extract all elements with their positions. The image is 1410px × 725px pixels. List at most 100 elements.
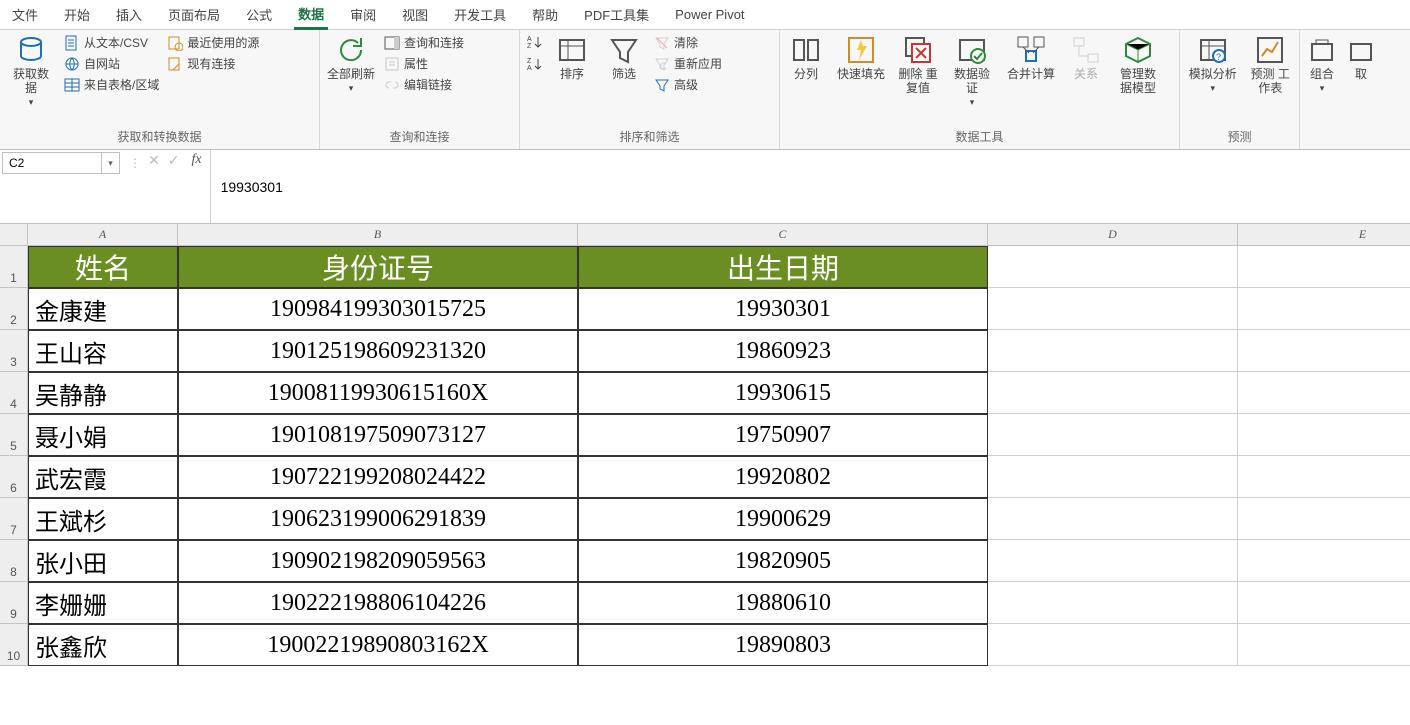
advanced-filter-button[interactable]: 高级 (654, 76, 722, 93)
cell[interactable] (988, 456, 1238, 498)
row-header-1[interactable]: 1 (0, 246, 28, 288)
cell[interactable] (1238, 288, 1410, 330)
row-header-4[interactable]: 4 (0, 372, 28, 414)
cell[interactable] (1238, 414, 1410, 456)
name-box[interactable] (2, 152, 102, 174)
cell[interactable]: 190222198806104226 (178, 582, 578, 624)
refresh-all-button[interactable]: 全部刷新▾ (326, 34, 376, 93)
column-header-E[interactable]: E (1238, 224, 1410, 246)
row-header-9[interactable]: 9 (0, 582, 28, 624)
tab-developer[interactable]: 开发工具 (450, 1, 510, 28)
cell[interactable]: 张鑫欣 (28, 624, 178, 666)
header-cell-name[interactable]: 姓名 (28, 246, 178, 288)
cell[interactable]: 金康建 (28, 288, 178, 330)
tab-pdf-tools[interactable]: PDF工具集 (580, 1, 653, 28)
cell[interactable]: 19900629 (578, 498, 988, 540)
group-button[interactable]: 组合▾ (1306, 34, 1338, 93)
cell[interactable] (1238, 582, 1410, 624)
cell[interactable]: 19890803 (578, 624, 988, 666)
cell[interactable] (988, 288, 1238, 330)
tab-review[interactable]: 审阅 (346, 1, 380, 28)
cell[interactable] (1238, 246, 1410, 288)
row-header-2[interactable]: 2 (0, 288, 28, 330)
cell[interactable]: 190902198209059563 (178, 540, 578, 582)
cell[interactable] (1238, 456, 1410, 498)
cell[interactable]: 武宏霞 (28, 456, 178, 498)
cell[interactable] (988, 498, 1238, 540)
tab-home[interactable]: 开始 (60, 1, 94, 28)
recent-sources-button[interactable]: 最近使用的源 (167, 34, 259, 51)
from-table-range-button[interactable]: 来自表格/区域 (64, 76, 159, 93)
consolidate-button[interactable]: 合并计算 (1004, 34, 1058, 82)
cancel-formula-icon[interactable]: ✕ (148, 152, 160, 169)
row-header-8[interactable]: 8 (0, 540, 28, 582)
select-all-corner[interactable] (0, 224, 28, 246)
from-web-button[interactable]: 自网站 (64, 55, 159, 72)
fx-icon[interactable]: fx (179, 150, 209, 223)
get-data-button[interactable]: 获取数 据▾ (6, 34, 56, 107)
data-model-button[interactable]: 管理数 据模型 (1114, 34, 1162, 96)
whatif-button[interactable]: ? 模拟分析▾ (1186, 34, 1239, 93)
tab-help[interactable]: 帮助 (528, 1, 562, 28)
cell[interactable]: 张小田 (28, 540, 178, 582)
cell[interactable]: 吴静静 (28, 372, 178, 414)
row-header-3[interactable]: 3 (0, 330, 28, 372)
header-cell-dob[interactable]: 出生日期 (578, 246, 988, 288)
cell[interactable] (988, 246, 1238, 288)
cell[interactable]: 190108197509073127 (178, 414, 578, 456)
text-to-columns-button[interactable]: 分列 (786, 34, 826, 82)
flash-fill-button[interactable]: 快速填充 (834, 34, 888, 82)
tab-data[interactable]: 数据 (294, 0, 328, 30)
cell[interactable]: 190623199006291839 (178, 498, 578, 540)
tab-insert[interactable]: 插入 (112, 1, 146, 28)
row-header-10[interactable]: 10 (0, 624, 28, 666)
cell[interactable] (988, 540, 1238, 582)
row-header-6[interactable]: 6 (0, 456, 28, 498)
tab-file[interactable]: 文件 (8, 1, 42, 28)
sort-asc-button[interactable]: AZ (526, 34, 542, 50)
enter-formula-icon[interactable]: ✓ (168, 152, 180, 169)
column-header-A[interactable]: A (28, 224, 178, 246)
row-header-7[interactable]: 7 (0, 498, 28, 540)
row-header-5[interactable]: 5 (0, 414, 28, 456)
cell[interactable]: 王斌杉 (28, 498, 178, 540)
cell[interactable]: 19002219890803162X (178, 624, 578, 666)
remove-duplicates-button[interactable]: 删除 重复值 (896, 34, 940, 96)
cell[interactable] (1238, 624, 1410, 666)
queries-connections-button[interactable]: 查询和连接 (384, 34, 464, 51)
header-cell-id[interactable]: 身份证号 (178, 246, 578, 288)
cell[interactable] (1238, 330, 1410, 372)
cell[interactable]: 19930301 (578, 288, 988, 330)
data-validation-button[interactable]: 数据验 证▾ (948, 34, 996, 107)
cell[interactable] (1238, 372, 1410, 414)
cell[interactable]: 李姗姗 (28, 582, 178, 624)
cell[interactable] (1238, 498, 1410, 540)
column-header-B[interactable]: B (178, 224, 578, 246)
cell[interactable]: 190722199208024422 (178, 456, 578, 498)
cell[interactable]: 19008119930615160X (178, 372, 578, 414)
formula-input[interactable] (210, 150, 1410, 223)
name-box-dropdown[interactable]: ▾ (102, 152, 120, 174)
filter-button[interactable]: 筛选 (602, 34, 646, 82)
ungroup-button[interactable]: 取 (1346, 34, 1376, 82)
cell[interactable]: 聂小娟 (28, 414, 178, 456)
cell[interactable]: 19750907 (578, 414, 988, 456)
cell[interactable] (1238, 540, 1410, 582)
cell[interactable]: 190984199303015725 (178, 288, 578, 330)
cell[interactable] (988, 582, 1238, 624)
cell[interactable] (988, 330, 1238, 372)
cell[interactable]: 19860923 (578, 330, 988, 372)
tab-page-layout[interactable]: 页面布局 (164, 1, 224, 28)
existing-connections-button[interactable]: 现有连接 (167, 55, 259, 72)
cell[interactable] (988, 624, 1238, 666)
tab-formulas[interactable]: 公式 (242, 1, 276, 28)
cell[interactable] (988, 372, 1238, 414)
tab-power-pivot[interactable]: Power Pivot (671, 3, 748, 26)
cell[interactable]: 19880610 (578, 582, 988, 624)
tab-view[interactable]: 视图 (398, 1, 432, 28)
cell[interactable] (988, 414, 1238, 456)
cell[interactable]: 190125198609231320 (178, 330, 578, 372)
sort-desc-button[interactable]: ZA (526, 56, 542, 72)
cell[interactable]: 19930615 (578, 372, 988, 414)
cell[interactable]: 王山容 (28, 330, 178, 372)
